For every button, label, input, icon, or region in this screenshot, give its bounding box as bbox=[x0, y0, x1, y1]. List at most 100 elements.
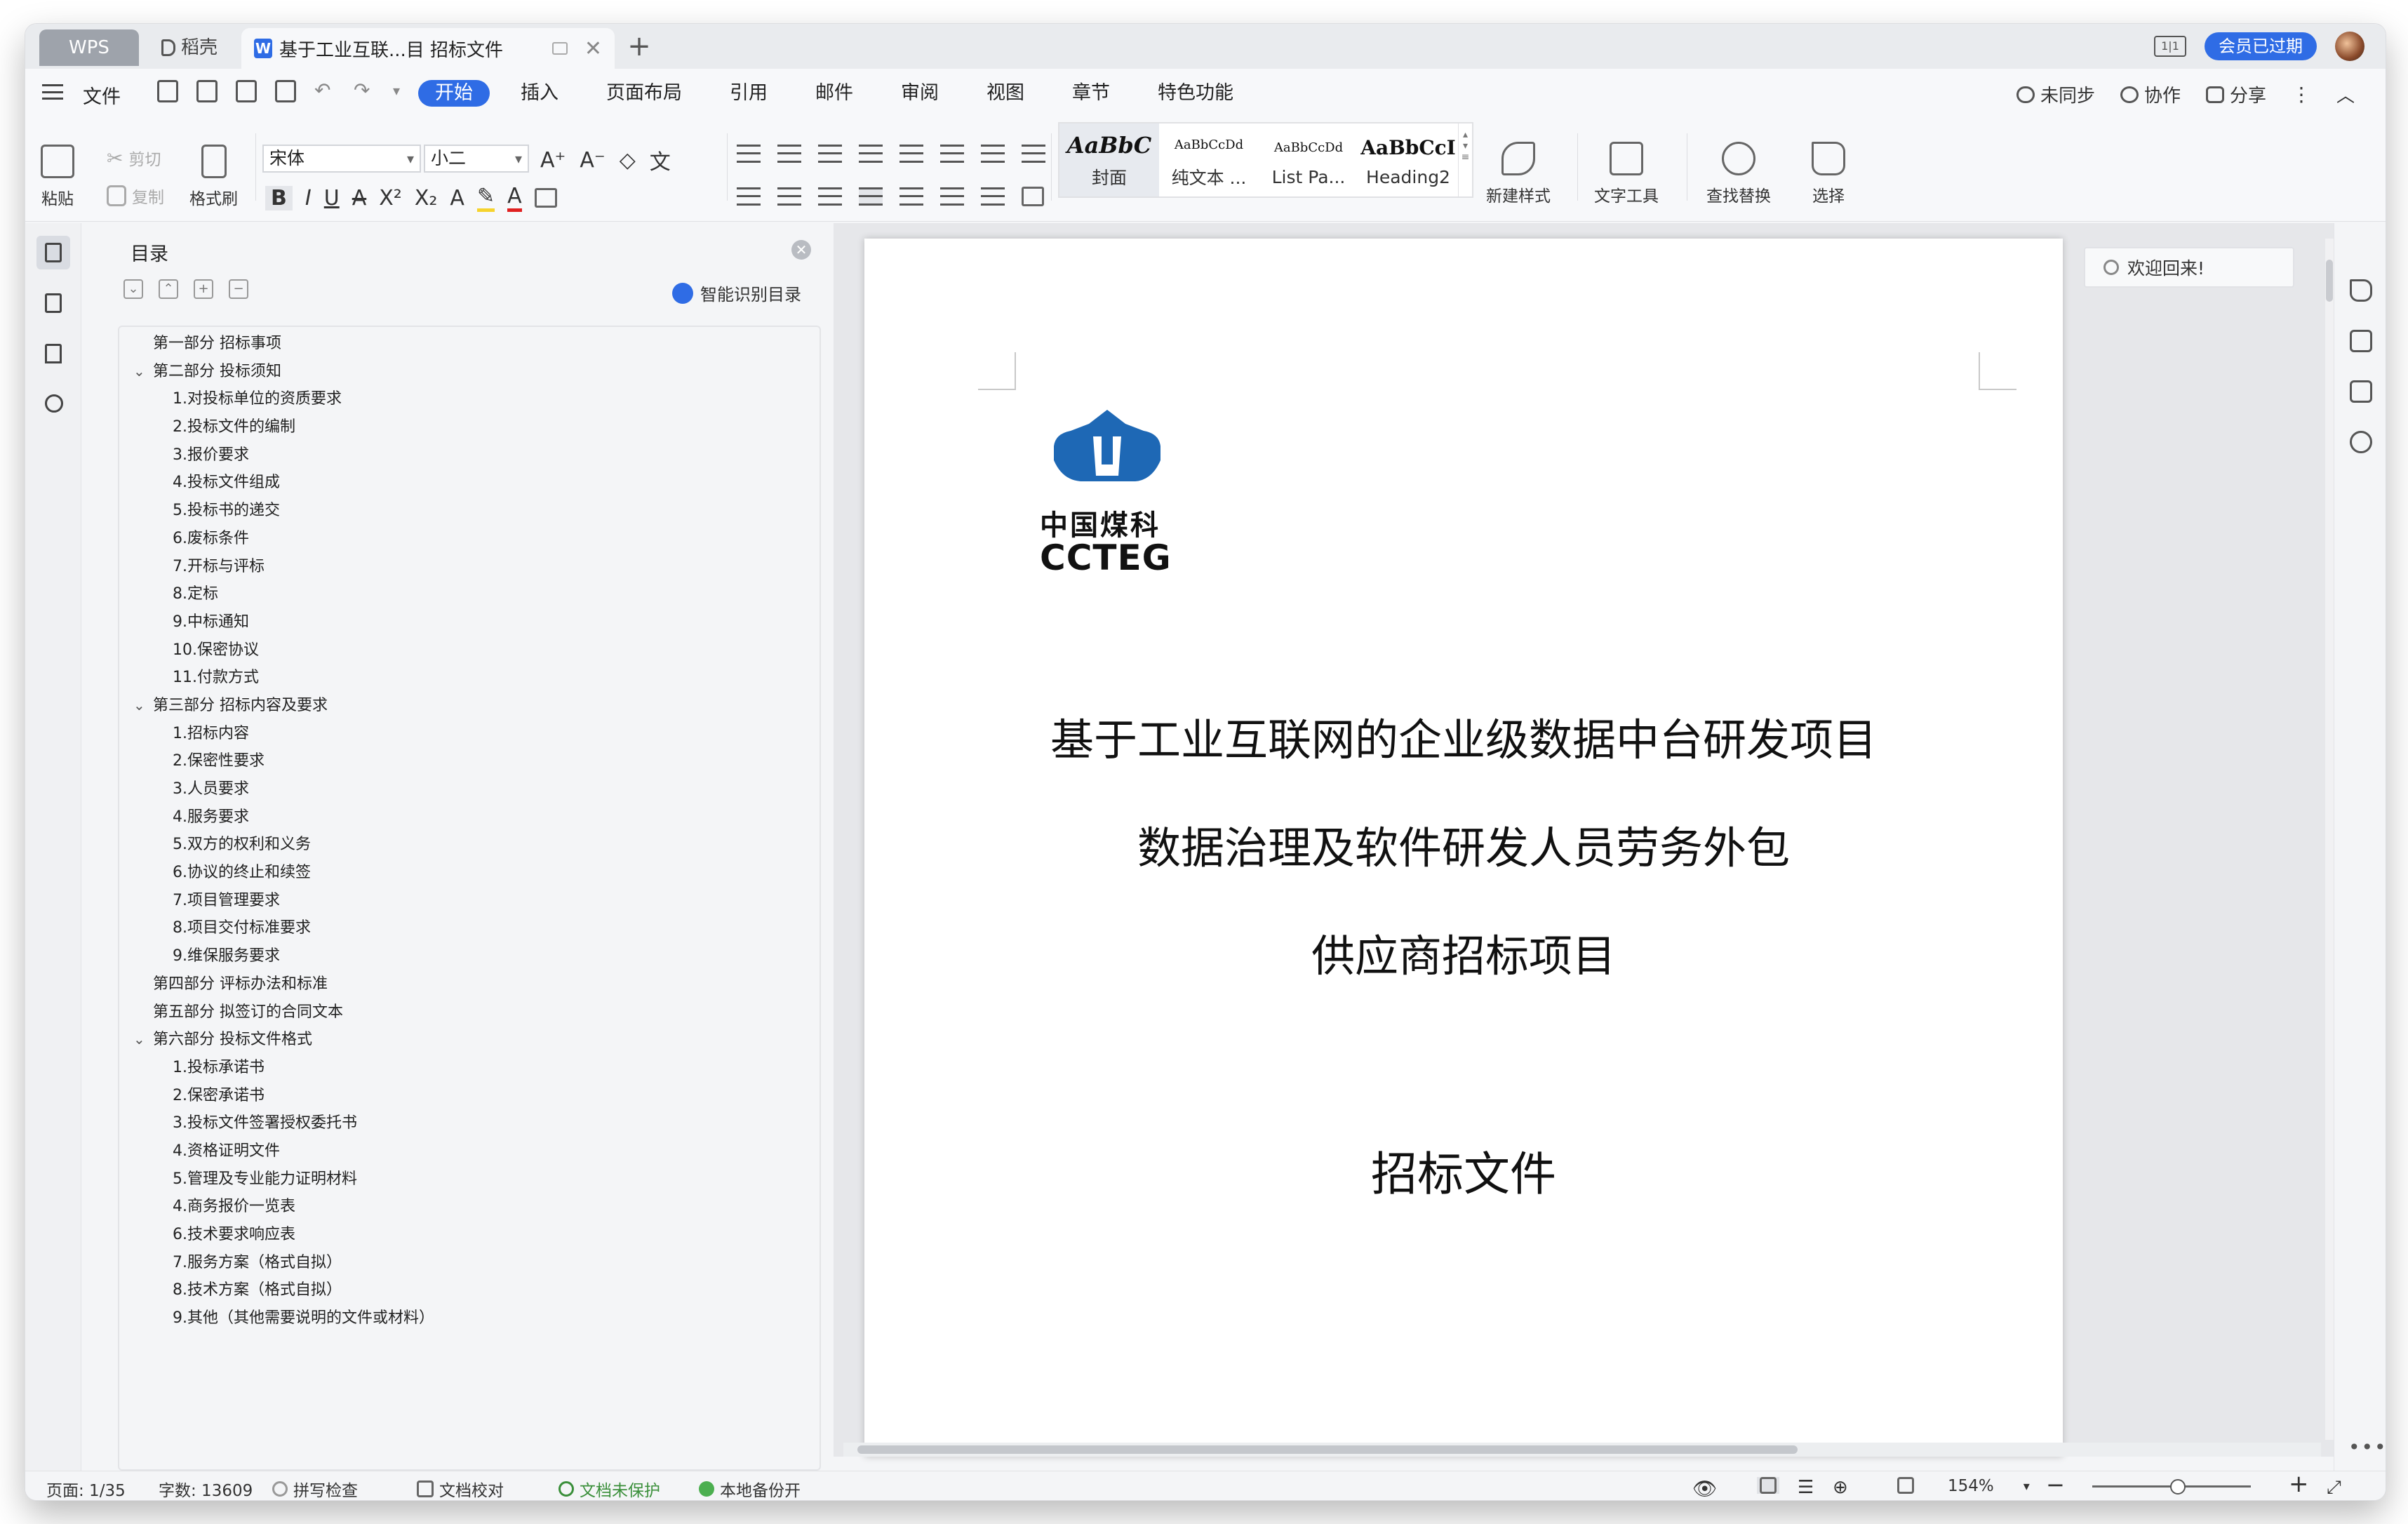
collapse-all-icon[interactable]: ⌃ bbox=[159, 279, 178, 299]
zoom-out-button[interactable]: − bbox=[2046, 1471, 2065, 1498]
zoom-select[interactable]: 154% ▾ bbox=[1948, 1477, 2030, 1495]
select-cursor-icon[interactable] bbox=[2350, 279, 2372, 302]
chapter-nav-icon[interactable] bbox=[36, 286, 70, 320]
new-style-button[interactable]: 新建样式 bbox=[1486, 142, 1551, 206]
copy-button[interactable]: 复制 bbox=[107, 184, 164, 208]
indent-icon[interactable] bbox=[859, 145, 883, 163]
chinese-layout-icon[interactable] bbox=[899, 145, 923, 163]
toc-item[interactable]: 3.投标文件签署授权委托书 bbox=[119, 1109, 820, 1137]
distribute-icon[interactable] bbox=[899, 187, 923, 206]
toc-item[interactable]: 5.投标书的递交 bbox=[119, 497, 820, 525]
toc-item[interactable]: 1.招标内容 bbox=[119, 720, 820, 748]
toc-item[interactable]: 8.定标 bbox=[119, 580, 820, 608]
tab-review[interactable]: 审阅 bbox=[877, 80, 963, 107]
smart-toc-button[interactable]: 智能识别目录 bbox=[672, 281, 801, 305]
paragraph-mark-icon[interactable] bbox=[981, 145, 1005, 163]
backup-status[interactable]: 本地备份开 bbox=[699, 1477, 801, 1500]
toc-item[interactable]: 9.其他（其他需要说明的文件或材料） bbox=[119, 1304, 820, 1332]
toc-item[interactable]: 1.对投标单位的资质要求 bbox=[119, 385, 820, 413]
zoom-in-button[interactable]: + bbox=[2289, 1470, 2309, 1498]
table-lines-icon[interactable] bbox=[1022, 145, 1045, 163]
toc-item[interactable]: 3.报价要求 bbox=[119, 441, 820, 469]
print-icon[interactable] bbox=[236, 80, 257, 102]
text-effect-icon[interactable]: A bbox=[450, 186, 464, 210]
outline-view-icon[interactable]: ☰ bbox=[1798, 1477, 1814, 1498]
avatar[interactable] bbox=[2335, 32, 2364, 61]
print-preview-icon[interactable] bbox=[275, 80, 296, 102]
welcome-tip[interactable]: 欢迎回来! bbox=[2084, 247, 2294, 288]
numbered-list-icon[interactable] bbox=[777, 145, 801, 163]
close-tab-icon[interactable]: ✕ bbox=[584, 36, 602, 61]
tab-mail[interactable]: 邮件 bbox=[791, 80, 877, 107]
phonetic-icon[interactable]: 文 bbox=[650, 145, 671, 175]
align-left-icon[interactable] bbox=[737, 187, 761, 206]
tab-section[interactable]: 章节 bbox=[1048, 80, 1134, 107]
add-heading-icon[interactable]: + bbox=[194, 279, 213, 299]
history-icon[interactable] bbox=[2350, 431, 2372, 453]
highlight-icon[interactable]: ✎ bbox=[476, 184, 495, 212]
tab-references[interactable]: 引用 bbox=[706, 80, 791, 107]
page-count[interactable]: 页面: 1/35 bbox=[46, 1477, 126, 1500]
tab-view[interactable]: 视图 bbox=[963, 80, 1048, 107]
tab-daoke[interactable]: 稻壳 bbox=[146, 29, 251, 66]
justify-icon[interactable] bbox=[859, 187, 883, 206]
toc-item[interactable]: 6.技术要求响应表 bbox=[119, 1221, 820, 1249]
style-plain-text[interactable]: AaBbCcDd 纯文本 ... bbox=[1159, 123, 1259, 196]
window-layout-icon[interactable]: 1|1 bbox=[2154, 36, 2186, 57]
bold-icon[interactable]: B bbox=[265, 185, 293, 210]
toc-item[interactable]: 2.保密性要求 bbox=[119, 747, 820, 775]
zoom-slider-knob[interactable] bbox=[2170, 1479, 2186, 1495]
toc-item[interactable]: 5.双方的权利和义务 bbox=[119, 831, 820, 859]
toc-item[interactable]: 4.服务要求 bbox=[119, 803, 820, 831]
remove-heading-icon[interactable]: − bbox=[229, 279, 248, 299]
format-painter-button[interactable]: 格式刷 bbox=[189, 145, 238, 209]
align-right-icon[interactable] bbox=[818, 187, 842, 206]
collab-button[interactable]: 协作 bbox=[2120, 81, 2181, 107]
toc-item[interactable]: 9.维保服务要求 bbox=[119, 942, 820, 970]
clear-format-icon[interactable]: ◇ bbox=[620, 148, 636, 173]
chevron-down-icon[interactable]: ⌄ bbox=[133, 692, 145, 720]
paste-button[interactable]: 粘贴 bbox=[41, 145, 74, 209]
find-replace-button[interactable]: 查找替换 bbox=[1706, 142, 1771, 206]
new-tab-button[interactable]: + bbox=[622, 29, 657, 65]
fullscreen-icon[interactable]: ⤢ bbox=[2327, 1477, 2341, 1499]
fit-page-icon[interactable] bbox=[1897, 1477, 1914, 1494]
style-cover[interactable]: AaBbC 封面 bbox=[1059, 123, 1159, 196]
italic-icon[interactable]: I bbox=[305, 186, 312, 210]
search-icon[interactable] bbox=[36, 387, 70, 421]
toc-item[interactable]: 4.资格证明文件 bbox=[119, 1137, 820, 1165]
tab-wps[interactable]: WPS bbox=[39, 29, 139, 66]
share-button[interactable]: 分享 bbox=[2205, 81, 2266, 107]
more-dots-icon[interactable]: ••• bbox=[2348, 1436, 2386, 1459]
borders-icon[interactable] bbox=[1022, 187, 1044, 206]
cloud-doc-icon[interactable] bbox=[2350, 380, 2372, 403]
toc-item[interactable]: ⌄ 第二部分 投标须知 bbox=[119, 358, 820, 386]
toc-item[interactable]: 10.保密协议 bbox=[119, 636, 820, 664]
settings-sliders-icon[interactable] bbox=[2350, 330, 2372, 352]
char-border-icon[interactable] bbox=[534, 188, 557, 208]
cut-button[interactable]: ✂ 剪切 bbox=[107, 146, 161, 170]
chevron-down-icon[interactable]: ⌄ bbox=[133, 358, 145, 386]
tab-page-layout[interactable]: 页面布局 bbox=[582, 80, 706, 107]
toc-item[interactable]: 第一部分 招标事项 bbox=[119, 330, 820, 358]
text-tools-button[interactable]: 文字工具 bbox=[1594, 142, 1659, 206]
font-family-select[interactable]: 宋体 bbox=[262, 145, 421, 173]
word-count[interactable]: 字数: 13609 bbox=[159, 1477, 253, 1500]
customize-chevron-icon[interactable]: ▾ bbox=[393, 80, 414, 102]
toc-item[interactable]: 2.保密承诺书 bbox=[119, 1082, 820, 1110]
web-view-icon[interactable]: ⊕ bbox=[1833, 1477, 1848, 1498]
toc-item[interactable]: 9.中标通知 bbox=[119, 608, 820, 636]
strikethrough-icon[interactable]: A bbox=[352, 186, 367, 210]
style-list-paragraph[interactable]: AaBbCcDd List Pa... bbox=[1259, 123, 1358, 196]
underline-icon[interactable]: U bbox=[324, 186, 340, 210]
toc-item[interactable]: 5.管理及专业能力证明材料 bbox=[119, 1165, 820, 1194]
vertical-scrollbar[interactable] bbox=[2325, 239, 2334, 1440]
tab-home[interactable]: 开始 bbox=[418, 80, 490, 107]
subscript-icon[interactable]: X₂ bbox=[415, 186, 438, 210]
scroll-thumb[interactable] bbox=[2326, 260, 2333, 302]
sort-icon[interactable] bbox=[940, 145, 964, 163]
expand-all-icon[interactable]: ⌄ bbox=[123, 279, 143, 299]
toc-item[interactable]: 2.投标文件的编制 bbox=[119, 413, 820, 441]
superscript-icon[interactable]: X² bbox=[379, 186, 402, 210]
select-button[interactable]: 选择 bbox=[1812, 142, 1845, 206]
